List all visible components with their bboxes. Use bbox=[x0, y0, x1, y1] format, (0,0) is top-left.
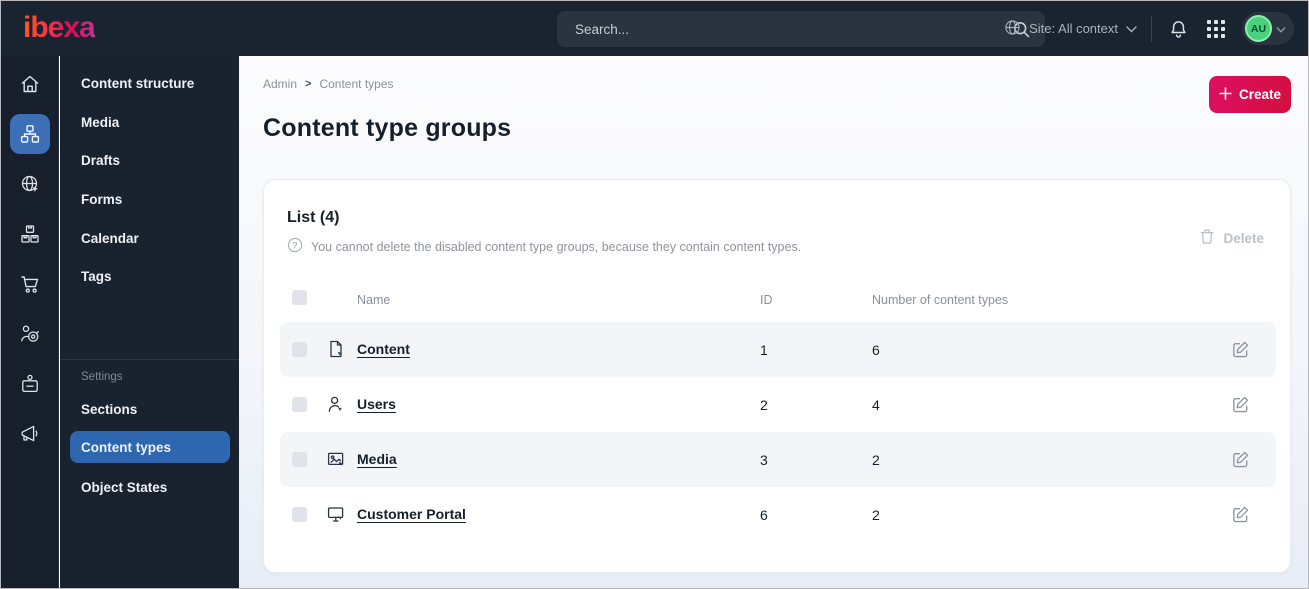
group-link[interactable]: Customer Portal bbox=[357, 506, 466, 522]
list-help-text: You cannot delete the disabled content t… bbox=[311, 239, 802, 254]
topbar-right-cluster: Site: All context AU bbox=[1004, 1, 1294, 56]
delete-button[interactable]: Delete bbox=[1199, 228, 1264, 248]
table-header: Name ID Number of content types bbox=[280, 288, 1276, 315]
edit-icon[interactable] bbox=[1231, 395, 1250, 414]
sidebar-item-tags[interactable]: Tags bbox=[70, 260, 230, 292]
group-id: 3 bbox=[760, 452, 768, 468]
sidebar-item-content-structure[interactable]: Content structure bbox=[70, 67, 230, 99]
group-count: 4 bbox=[872, 397, 880, 413]
sidebar-item-drafts[interactable]: Drafts bbox=[70, 144, 230, 176]
svg-text:?: ? bbox=[293, 240, 298, 250]
delete-button-label: Delete bbox=[1223, 230, 1264, 246]
products-icon[interactable] bbox=[10, 214, 50, 254]
global-search bbox=[557, 11, 1045, 47]
megaphone-icon[interactable] bbox=[10, 414, 50, 454]
group-id: 6 bbox=[760, 507, 768, 523]
table-row: Media 3 2 bbox=[280, 432, 1276, 487]
group-link[interactable]: Content bbox=[357, 341, 410, 357]
badge-icon[interactable] bbox=[10, 364, 50, 404]
ibexa-logo[interactable]: ibexa bbox=[23, 11, 96, 45]
ibexa-admin-window: ibexa Site: All context bbox=[0, 0, 1309, 589]
row-checkbox[interactable] bbox=[292, 342, 307, 357]
media-image-icon bbox=[326, 449, 346, 469]
create-button-label: Create bbox=[1238, 87, 1282, 102]
content-file-icon bbox=[326, 339, 346, 359]
row-checkbox[interactable] bbox=[292, 397, 307, 412]
menu-divider bbox=[60, 359, 239, 360]
content-tree-icon[interactable] bbox=[10, 114, 50, 154]
site-context-label: Site: All context bbox=[1029, 21, 1118, 36]
breadcrumb-admin[interactable]: Admin bbox=[263, 77, 297, 91]
create-button[interactable]: Create bbox=[1209, 76, 1291, 113]
table-row: Customer Portal 6 2 bbox=[280, 487, 1276, 542]
edit-icon[interactable] bbox=[1231, 505, 1250, 524]
settings-heading: Settings bbox=[81, 371, 123, 383]
content-type-groups-card: List (4) ? You cannot delete the disable… bbox=[263, 179, 1291, 573]
trash-icon bbox=[1199, 228, 1215, 248]
cart-icon[interactable] bbox=[10, 264, 50, 304]
edit-icon[interactable] bbox=[1231, 340, 1250, 359]
column-header-id: ID bbox=[760, 293, 773, 307]
table-row: Content 1 6 bbox=[280, 322, 1276, 377]
topbar-divider bbox=[1151, 15, 1152, 42]
group-count: 2 bbox=[872, 507, 880, 523]
list-help: ? You cannot delete the disabled content… bbox=[287, 237, 801, 256]
column-header-count: Number of content types bbox=[872, 293, 1009, 307]
select-all-checkbox[interactable] bbox=[292, 290, 307, 305]
plus-icon bbox=[1219, 86, 1232, 103]
breadcrumb-separator: > bbox=[305, 78, 312, 90]
personalization-icon[interactable] bbox=[10, 314, 50, 354]
customer-portal-screen-icon bbox=[326, 504, 346, 524]
main-content: Admin > Content types Create Content typ… bbox=[239, 56, 1308, 588]
sidebar-item-sections[interactable]: Sections bbox=[70, 393, 230, 425]
group-count: 6 bbox=[872, 342, 880, 358]
group-id: 2 bbox=[760, 397, 768, 413]
chevron-down-icon bbox=[1276, 20, 1286, 38]
edit-icon[interactable] bbox=[1231, 450, 1250, 469]
help-question-icon: ? bbox=[287, 237, 303, 256]
group-link[interactable]: Users bbox=[357, 396, 396, 412]
topbar: ibexa Site: All context bbox=[1, 1, 1308, 56]
sidebar-item-content-types[interactable]: Content types bbox=[70, 431, 230, 463]
user-menu[interactable]: AU bbox=[1242, 12, 1294, 45]
home-icon[interactable] bbox=[10, 64, 50, 104]
list-title: List (4) bbox=[287, 209, 340, 226]
user-icon bbox=[326, 394, 346, 414]
row-checkbox[interactable] bbox=[292, 452, 307, 467]
sidebar-item-media[interactable]: Media bbox=[70, 106, 230, 138]
globe-icon bbox=[1004, 19, 1021, 39]
sidebar-item-object-states[interactable]: Object States bbox=[70, 471, 230, 503]
site-globe-icon[interactable] bbox=[10, 164, 50, 204]
group-count: 2 bbox=[872, 452, 880, 468]
sidebar-menu: Content structure Media Drafts Forms Cal… bbox=[60, 56, 239, 588]
search-input[interactable] bbox=[575, 21, 1009, 37]
table-body: Content 1 6 Users 2 4 Media 3 2 Customer… bbox=[280, 322, 1276, 542]
sidebar-item-calendar[interactable]: Calendar bbox=[70, 222, 230, 254]
column-header-name: Name bbox=[357, 293, 391, 307]
page-title: Content type groups bbox=[263, 114, 512, 142]
chevron-down-icon bbox=[1126, 21, 1137, 36]
avatar: AU bbox=[1245, 15, 1272, 42]
group-id: 1 bbox=[760, 342, 768, 358]
sidebar-item-forms[interactable]: Forms bbox=[70, 183, 230, 215]
notifications-bell-icon[interactable] bbox=[1166, 17, 1190, 41]
breadcrumb-current: Content types bbox=[319, 77, 394, 91]
sidebar-icon-rail bbox=[1, 56, 59, 588]
row-checkbox[interactable] bbox=[292, 507, 307, 522]
site-context-selector[interactable]: Site: All context bbox=[1004, 19, 1137, 39]
group-link[interactable]: Media bbox=[357, 451, 397, 467]
table-row: Users 2 4 bbox=[280, 377, 1276, 432]
app-switcher-grid-icon[interactable] bbox=[1204, 17, 1228, 41]
breadcrumb: Admin > Content types bbox=[263, 77, 394, 91]
